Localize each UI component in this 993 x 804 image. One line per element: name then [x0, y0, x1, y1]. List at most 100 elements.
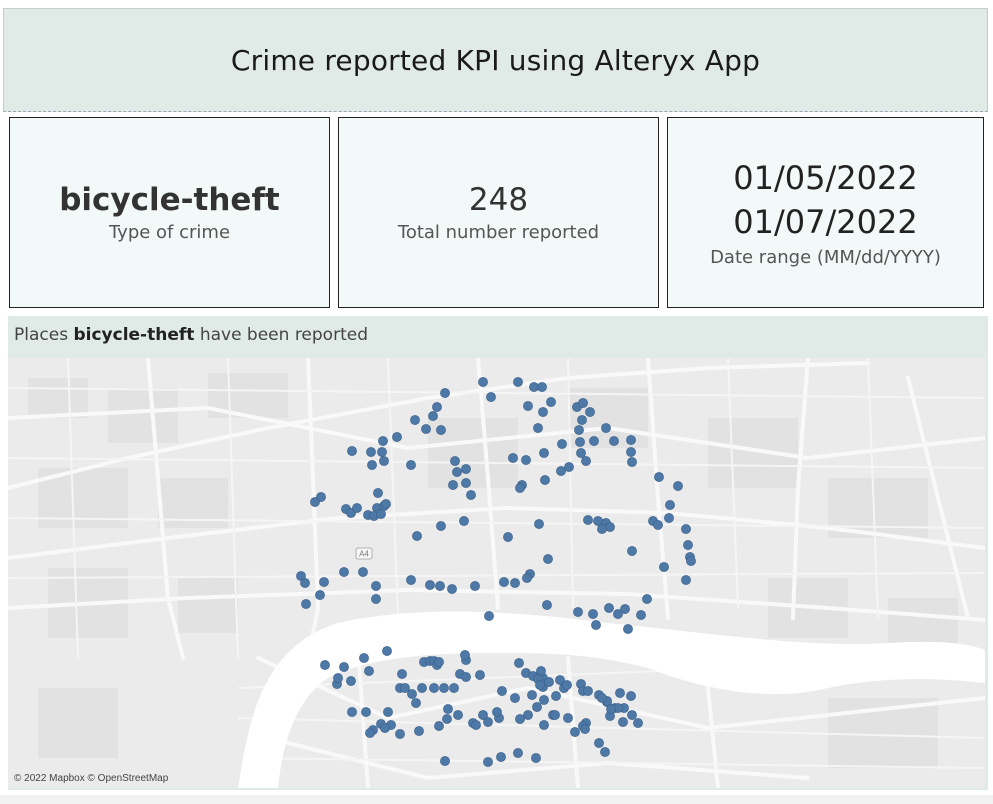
crime-marker[interactable] — [452, 467, 462, 477]
crime-marker[interactable] — [371, 594, 381, 604]
crime-marker[interactable] — [605, 522, 615, 532]
crime-marker[interactable] — [434, 657, 444, 667]
crime-marker[interactable] — [627, 457, 637, 467]
crime-marker[interactable] — [496, 752, 506, 762]
crime-marker[interactable] — [515, 714, 525, 724]
crime-marker[interactable] — [627, 710, 637, 720]
crime-marker[interactable] — [432, 402, 442, 412]
crime-marker[interactable] — [320, 660, 330, 670]
crime-marker[interactable] — [615, 688, 625, 698]
crime-marker[interactable] — [460, 650, 470, 660]
crime-marker[interactable] — [373, 488, 383, 498]
crime-marker[interactable] — [527, 690, 537, 700]
crime-marker[interactable] — [483, 757, 493, 767]
crime-marker[interactable] — [681, 524, 691, 534]
crime-marker[interactable] — [310, 497, 320, 507]
crime-marker[interactable] — [557, 439, 567, 449]
crime-marker[interactable] — [301, 599, 311, 609]
crime-marker[interactable] — [442, 714, 452, 724]
crime-marker[interactable] — [439, 683, 449, 693]
crime-marker[interactable] — [434, 721, 444, 731]
crime-marker[interactable] — [521, 455, 531, 465]
crime-marker[interactable] — [570, 727, 580, 737]
crime-marker[interactable] — [583, 686, 593, 696]
crime-marker[interactable] — [539, 448, 549, 458]
crime-marker[interactable] — [597, 693, 607, 703]
crime-marker[interactable] — [371, 581, 381, 591]
crime-marker[interactable] — [428, 411, 438, 421]
crime-marker[interactable] — [627, 546, 637, 556]
crime-marker[interactable] — [380, 723, 390, 733]
crime-marker[interactable] — [550, 710, 560, 720]
crime-marker[interactable] — [497, 686, 507, 696]
crime-marker[interactable] — [406, 460, 416, 470]
crime-marker[interactable] — [339, 567, 349, 577]
crime-marker[interactable] — [653, 520, 663, 530]
crime-marker[interactable] — [492, 707, 502, 717]
crime-marker[interactable] — [414, 726, 424, 736]
crime-marker[interactable] — [574, 425, 584, 435]
crime-marker[interactable] — [636, 610, 646, 620]
crime-marker[interactable] — [421, 424, 431, 434]
crime-marker[interactable] — [594, 738, 604, 748]
crime-marker[interactable] — [522, 573, 532, 583]
crime-marker[interactable] — [508, 453, 518, 463]
crime-marker[interactable] — [544, 677, 554, 687]
crime-marker[interactable] — [626, 447, 636, 457]
crime-marker[interactable] — [346, 676, 356, 686]
crime-marker[interactable] — [589, 436, 599, 446]
crime-marker[interactable] — [686, 556, 696, 566]
crime-marker[interactable] — [531, 753, 541, 763]
crime-marker[interactable] — [535, 680, 545, 690]
crime-marker[interactable] — [609, 436, 619, 446]
crime-marker[interactable] — [551, 691, 561, 701]
crime-marker[interactable] — [534, 519, 544, 529]
crime-marker[interactable] — [466, 490, 476, 500]
crime-marker[interactable] — [366, 447, 376, 457]
crime-marker[interactable] — [510, 578, 520, 588]
crime-marker[interactable] — [483, 717, 493, 727]
crime-marker[interactable] — [513, 748, 523, 758]
crime-marker[interactable] — [486, 392, 496, 402]
crime-marker[interactable] — [347, 446, 357, 456]
crime-marker[interactable] — [470, 581, 480, 591]
crime-marker[interactable] — [319, 577, 329, 587]
crime-marker[interactable] — [381, 499, 391, 509]
crime-marker[interactable] — [364, 666, 374, 676]
crime-marker[interactable] — [573, 607, 583, 617]
crime-marker[interactable] — [395, 729, 405, 739]
crime-marker[interactable] — [540, 475, 550, 485]
crime-marker[interactable] — [461, 478, 471, 488]
crime-marker[interactable] — [436, 425, 446, 435]
crime-marker[interactable] — [578, 398, 588, 408]
crime-marker[interactable] — [367, 460, 377, 470]
crime-marker[interactable] — [673, 481, 683, 491]
crime-marker[interactable] — [588, 609, 598, 619]
crime-marker[interactable] — [333, 673, 343, 683]
crime-marker[interactable] — [499, 577, 509, 587]
crime-marker[interactable] — [601, 423, 611, 433]
crime-marker[interactable] — [642, 594, 652, 604]
crime-marker[interactable] — [471, 720, 481, 730]
crime-marker[interactable] — [406, 575, 416, 585]
crime-marker[interactable] — [597, 524, 607, 534]
map-attribution[interactable]: © 2022 Mapbox © OpenStreetMap — [14, 773, 168, 784]
crime-marker[interactable] — [397, 669, 407, 679]
crime-marker[interactable] — [377, 447, 387, 457]
crime-map[interactable]: A4 © 2022 Mapbox © OpenStreetMap — [8, 358, 985, 788]
crime-marker[interactable] — [392, 432, 402, 442]
crime-marker[interactable] — [378, 436, 388, 446]
crime-marker[interactable] — [347, 707, 357, 717]
crime-marker[interactable] — [537, 382, 547, 392]
crime-marker[interactable] — [425, 580, 435, 590]
crime-marker[interactable] — [633, 718, 643, 728]
crime-marker[interactable] — [376, 509, 386, 519]
crime-marker[interactable] — [542, 600, 552, 610]
crime-marker[interactable] — [300, 578, 310, 588]
crime-marker[interactable] — [361, 707, 371, 717]
crime-marker[interactable] — [461, 672, 471, 682]
crime-marker[interactable] — [410, 415, 420, 425]
crime-marker[interactable] — [546, 397, 556, 407]
crime-marker[interactable] — [475, 670, 485, 680]
crime-marker[interactable] — [503, 532, 513, 542]
